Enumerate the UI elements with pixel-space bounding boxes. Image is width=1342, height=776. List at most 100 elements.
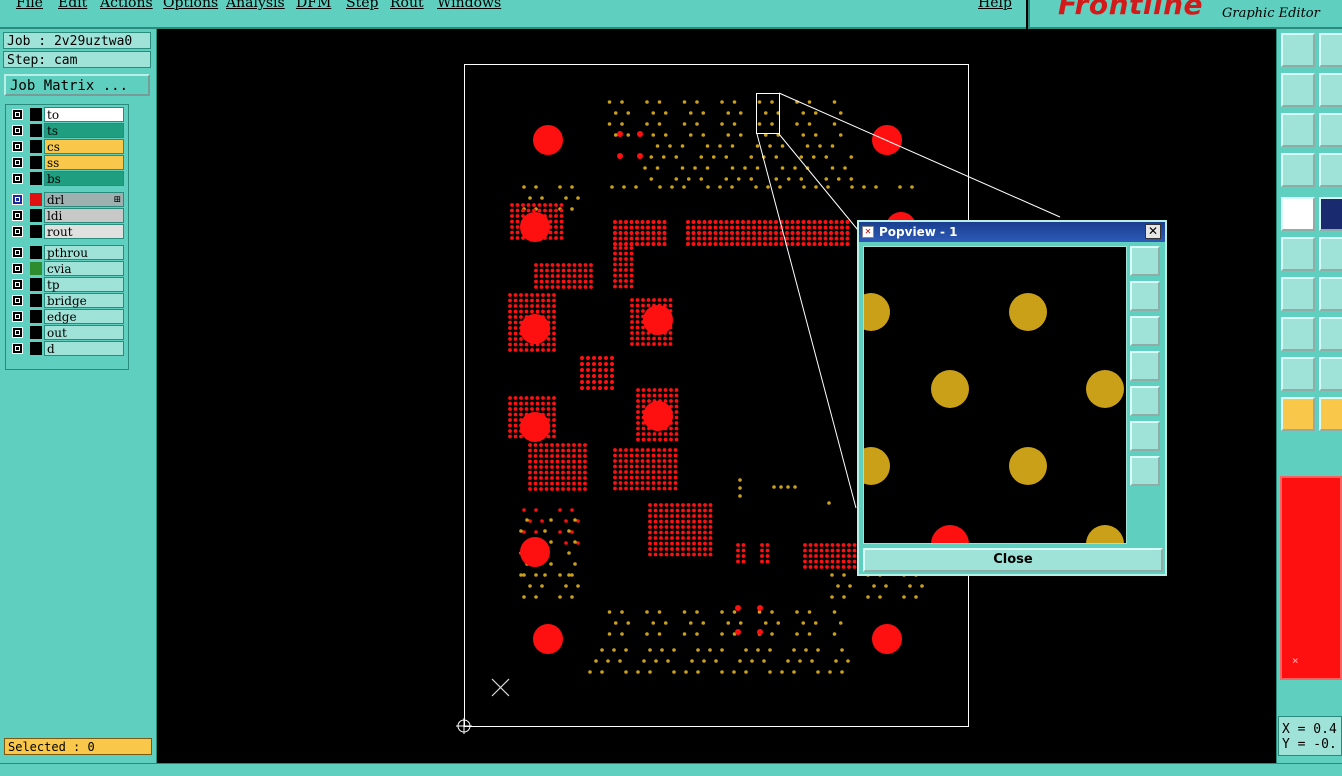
layer-row-ss[interactable]: ss: [8, 155, 126, 170]
layer-color-swatch[interactable]: [30, 326, 42, 339]
layer-color-swatch[interactable]: [30, 193, 42, 206]
overview-thumbnail[interactable]: ×: [1278, 468, 1342, 686]
menu-step[interactable]: Step: [346, 0, 378, 11]
layer-color-swatch[interactable]: [30, 310, 42, 323]
layer-color-swatch[interactable]: [30, 246, 42, 259]
menu-edit[interactable]: Edit: [58, 0, 87, 11]
layer-checkbox[interactable]: [12, 173, 23, 184]
menu-file[interactable]: File: [16, 0, 43, 11]
pan-right-button[interactable]: [1130, 386, 1160, 416]
select-tool-2[interactable]: [1319, 397, 1342, 431]
layer-color-swatch[interactable]: [30, 294, 42, 307]
menu-actions[interactable]: Actions: [100, 0, 153, 11]
layer-checkbox[interactable]: [12, 141, 23, 152]
layer-row-drl[interactable]: drl ⊞: [8, 192, 126, 207]
layer-checkbox[interactable]: [12, 157, 23, 168]
layer-name[interactable]: rout: [44, 224, 124, 239]
layer-name[interactable]: d: [44, 341, 124, 356]
pan-up-button[interactable]: [1130, 281, 1160, 311]
menu-rout[interactable]: Rout: [390, 0, 424, 11]
layer-name[interactable]: ss: [44, 155, 124, 170]
layer-checkbox[interactable]: [12, 295, 23, 306]
zoom-fit-tool[interactable]: [1281, 113, 1315, 147]
layer-color-swatch[interactable]: [30, 108, 42, 121]
layer-color-swatch[interactable]: [30, 156, 42, 169]
popview-titlebar[interactable]: Popview - 1: [859, 222, 1165, 242]
layer-checkbox[interactable]: [12, 226, 23, 237]
menu-analysis[interactable]: Analysis: [226, 0, 285, 11]
layer-color-swatch[interactable]: [30, 209, 42, 222]
menu-help[interactable]: Help: [978, 0, 1012, 11]
layer-row-edge[interactable]: edge: [8, 309, 126, 324]
zoom-reset-button[interactable]: [1130, 456, 1160, 486]
line-edit-tool[interactable]: [1319, 317, 1342, 351]
pad-edit-tool[interactable]: [1281, 317, 1315, 351]
layer-checkbox[interactable]: [12, 279, 23, 290]
layer-checkbox[interactable]: [12, 263, 23, 274]
zoom-window-button[interactable]: [1130, 246, 1160, 276]
pan-left-tool[interactable]: [1281, 73, 1315, 107]
layer-color-swatch[interactable]: [30, 278, 42, 291]
layer-name[interactable]: cvia: [44, 261, 124, 276]
layer-row-cs[interactable]: cs: [8, 139, 126, 154]
layer-name[interactable]: tp: [44, 277, 124, 292]
layer-name[interactable]: edge: [44, 309, 124, 324]
layer-row-ldi[interactable]: ldi: [8, 208, 126, 223]
layer-name[interactable]: cs: [44, 139, 124, 154]
layer-checkbox[interactable]: [12, 327, 23, 338]
layer-color-swatch[interactable]: [30, 172, 42, 185]
layer-row-bridge[interactable]: bridge: [8, 293, 126, 308]
layer-checkbox[interactable]: [12, 210, 23, 221]
layer-row-tp[interactable]: tp: [8, 277, 126, 292]
route-tool[interactable]: [1319, 237, 1342, 271]
triangle-tool[interactable]: [1281, 357, 1315, 391]
layer-name[interactable]: ldi: [44, 208, 124, 223]
layer-name[interactable]: bridge: [44, 293, 124, 308]
menu-options[interactable]: Options: [163, 0, 218, 11]
pan-tool-4[interactable]: [1319, 73, 1342, 107]
layer-checkbox[interactable]: [12, 247, 23, 258]
layer-color-swatch[interactable]: [30, 124, 42, 137]
select-arrow-tool[interactable]: [1281, 397, 1315, 431]
settings-tool[interactable]: [1281, 153, 1315, 187]
layer-checkbox[interactable]: [12, 194, 23, 205]
layer-name[interactable]: to: [44, 107, 124, 122]
popview-close-button[interactable]: Close: [863, 548, 1163, 572]
layer-checkbox[interactable]: [12, 311, 23, 322]
close-icon[interactable]: ✕: [1145, 224, 1161, 239]
pan-up-tool[interactable]: [1281, 33, 1315, 67]
zoom-fit-button[interactable]: [1130, 421, 1160, 451]
layer-color-swatch[interactable]: [30, 225, 42, 238]
layer-name[interactable]: out: [44, 325, 124, 340]
job-matrix-button[interactable]: Job Matrix ...: [4, 74, 150, 96]
line-tool[interactable]: [1319, 197, 1342, 231]
popview-canvas[interactable]: [863, 246, 1127, 544]
pan-down-button[interactable]: [1130, 316, 1160, 346]
layer-row-ts[interactable]: ts: [8, 123, 126, 138]
angle-tool[interactable]: [1281, 277, 1315, 311]
menu-dfm[interactable]: DFM: [296, 0, 331, 11]
layer-row-cvia[interactable]: cvia: [8, 261, 126, 276]
layer-name[interactable]: bs: [44, 171, 124, 186]
layer-color-swatch[interactable]: [30, 262, 42, 275]
layer-checkbox[interactable]: [12, 343, 23, 354]
layer-row-pthrou[interactable]: pthrou: [8, 245, 126, 260]
layer-row-rout[interactable]: rout: [8, 224, 126, 239]
layer-checkbox[interactable]: [12, 109, 23, 120]
zoom-tool-6[interactable]: [1319, 113, 1342, 147]
layer-name[interactable]: pthrou: [44, 245, 124, 260]
menu-windows[interactable]: Windows: [437, 0, 501, 11]
layer-color-swatch[interactable]: [30, 342, 42, 355]
angle-tool-2[interactable]: [1319, 277, 1342, 311]
layer-row-d[interactable]: d: [8, 341, 126, 356]
layer-color-swatch[interactable]: [30, 140, 42, 153]
add-pad-tool[interactable]: [1281, 197, 1315, 231]
connect-tool[interactable]: [1281, 237, 1315, 271]
pan-left-button[interactable]: [1130, 351, 1160, 381]
layer-name[interactable]: ts: [44, 123, 124, 138]
grid-tool[interactable]: [1319, 153, 1342, 187]
polygon-tool[interactable]: [1319, 357, 1342, 391]
layer-row-bs[interactable]: bs: [8, 171, 126, 186]
pan-tool-2[interactable]: [1319, 33, 1342, 67]
layer-row-out[interactable]: out: [8, 325, 126, 340]
